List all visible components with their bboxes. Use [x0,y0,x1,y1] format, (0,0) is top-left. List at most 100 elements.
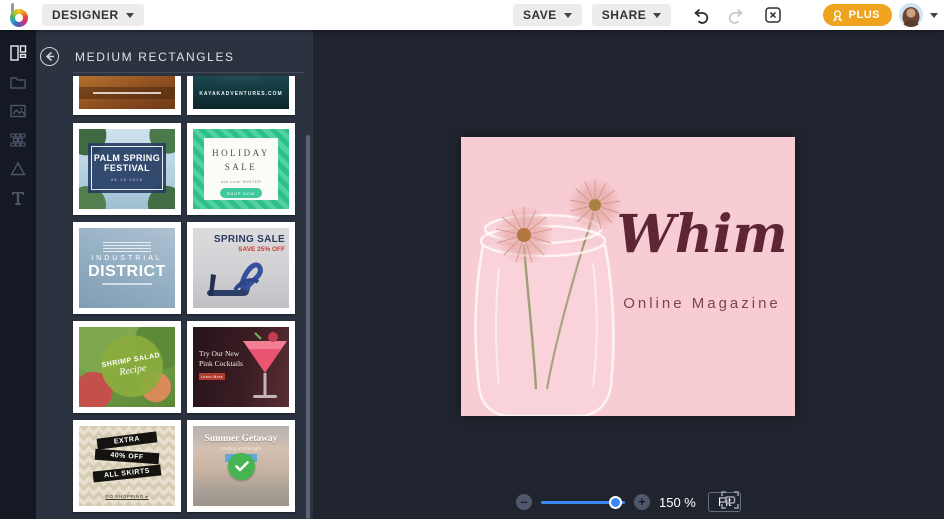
redo-icon [726,6,745,25]
tool-rail [0,30,36,519]
summer-title: Summer Getaway [193,434,289,444]
spring-thumbnail: SPRING SALE SAVE 25% OFF [193,228,289,308]
logo-colorwheel [10,9,28,27]
holiday-shop-now-button: SHOP NOW [220,188,262,198]
pattern-grid-icon [9,131,27,149]
cocktail-glass [237,327,289,407]
template-spring-sale[interactable]: SPRING SALE SAVE 25% OFF [187,222,295,314]
cocktail-learn-more-button: Learn More [199,373,225,380]
close-box-icon [764,6,782,24]
image-icon [9,102,27,120]
panel-title: MEDIUM RECTANGLES [75,50,235,64]
industrial-subtitle-bar [102,283,152,285]
zoom-slider[interactable] [541,501,625,504]
design-canvas[interactable]: Whim Online Magazine [461,137,795,416]
template-pink-cocktails[interactable]: Try Our New Pink Cocktails Learn More [187,321,295,413]
cocktail-title-line2: Pink Cocktails [199,359,243,369]
kayak-water [222,76,260,85]
save-label: SAVE [523,8,557,22]
chevron-down-icon [126,13,134,18]
share-button[interactable]: SHARE [592,4,672,26]
zoom-slider-handle[interactable] [609,496,622,509]
bread-caption-band [79,87,175,99]
selected-checkmark-badge [228,453,255,480]
template-bread[interactable] [73,76,181,115]
avatar[interactable] [899,3,923,27]
palm-thumbnail: PALM SPRING FESTIVAL 06.16.2016 [79,129,175,209]
plus-upgrade-button[interactable]: PLUS [823,4,892,26]
palm-title-line2: FESTIVAL [104,164,150,174]
topbar-actions: SAVE SHARE [513,0,785,30]
shrimp-thumbnail: SHRIMP SALAD Recipe [79,327,175,407]
kayak-thumbnail: KAYAKADVENTURES.COM [193,76,289,109]
skirts-go-shopping-link: GO SHOPPING ▸ [79,494,175,500]
cocktail-title: Try Our New Pink Cocktails [199,349,243,369]
palm-text-box: PALM SPRING FESTIVAL 06.16.2016 [88,143,166,193]
cocktail-thumbnail: Try Our New Pink Cocktails Learn More [193,327,289,407]
industrial-fine-print [103,242,151,252]
summer-thumbnail: Summer Getaway Starting at $79/night [193,426,289,506]
share-label: SHARE [602,8,647,22]
rail-projects-button[interactable] [7,73,29,91]
holiday-title: HOLIDAY SALE [211,147,271,174]
rail-text-button[interactable] [7,189,29,207]
chevron-down-icon [564,13,572,18]
design-title-text[interactable]: Whim [611,209,793,261]
templates-panel: MEDIUM RECTANGLES KAYAKADVENTURES.COM [36,30,313,519]
template-kayak[interactable]: KAYAKADVENTURES.COM [187,76,295,115]
holiday-code: use code WINTER [221,179,262,184]
template-summer-getaway-selected[interactable]: Summer Getaway Starting at $79/night [187,420,295,512]
rail-shapes-button[interactable] [7,160,29,178]
zoom-toolbar: – + 150 % Fit [516,491,741,513]
jar-flowers-illustration [461,137,795,416]
canvas-area: Whim Online Magazine – + 150 % Fit [313,30,944,519]
rail-patterns-button[interactable] [7,131,29,149]
undo-button[interactable] [689,3,713,27]
template-palm-spring-festival[interactable]: PALM SPRING FESTIVAL 06.16.2016 [73,123,181,215]
summer-subtitle: Starting at $79/night [193,446,289,451]
bread-thumbnail [79,76,175,109]
template-industrial-district[interactable]: INDUSTRIAL DISTRICT [73,222,181,314]
high-heel-shoe [195,244,265,306]
fullscreen-icon [720,490,740,510]
rail-images-button[interactable] [7,102,29,120]
template-shrimp-salad[interactable]: SHRIMP SALAD Recipe [73,321,181,413]
design-subtitle-text[interactable]: Online Magazine [607,295,795,312]
zoom-percentage: 150 % [659,495,699,510]
undo-icon [692,6,711,25]
templates-layout-icon [9,44,27,62]
folder-icon [9,73,27,91]
industrial-title-line2: DISTRICT [79,263,175,281]
rail-templates-button[interactable] [7,44,29,62]
panel-divider [73,72,305,73]
industrial-title-line1: INDUSTRIAL [79,255,175,262]
zoom-out-button[interactable]: – [516,494,532,510]
workspace: MEDIUM RECTANGLES KAYAKADVENTURES.COM [0,30,944,519]
topbar: DESIGNER SAVE SHARE [0,0,944,30]
skirts-ribbon-3: ALL SKIRTS [93,464,162,482]
arrow-left-icon [44,51,55,62]
template-skirts-sale[interactable]: EXTRA 40% OFF ALL SKIRTS GO SHOPPING ▸ [73,420,181,512]
kayak-caption: KAYAKADVENTURES.COM [193,91,289,97]
designer-menu-button[interactable]: DESIGNER [42,4,144,26]
fullscreen-button[interactable] [718,489,742,513]
triangle-icon [9,160,27,178]
back-button[interactable] [40,47,59,66]
redo-button[interactable] [723,3,747,27]
befunky-logo-icon[interactable] [8,3,32,27]
zoom-in-button[interactable]: + [634,494,650,510]
holiday-thumbnail: HOLIDAY SALE use code WINTER SHOP NOW [193,129,289,209]
holiday-card: HOLIDAY SALE use code WINTER SHOP NOW [204,138,278,200]
checkmark-icon [235,461,249,472]
befunky-designer-app: DESIGNER SAVE SHARE [0,0,944,519]
close-project-button[interactable] [761,3,785,27]
account-chevron-down-icon[interactable] [930,13,938,18]
palm-date: 06.16.2016 [111,177,143,182]
template-list: KAYAKADVENTURES.COM PALM SPRING FESTIV [36,76,313,519]
user-photo [899,3,923,27]
skirts-ribbon-1: EXTRA [97,431,158,449]
panel-scrollbar[interactable] [306,135,310,519]
save-button[interactable]: SAVE [513,4,582,26]
template-holiday-sale[interactable]: HOLIDAY SALE use code WINTER SHOP NOW [187,123,295,215]
account-cluster: PLUS [823,0,938,30]
